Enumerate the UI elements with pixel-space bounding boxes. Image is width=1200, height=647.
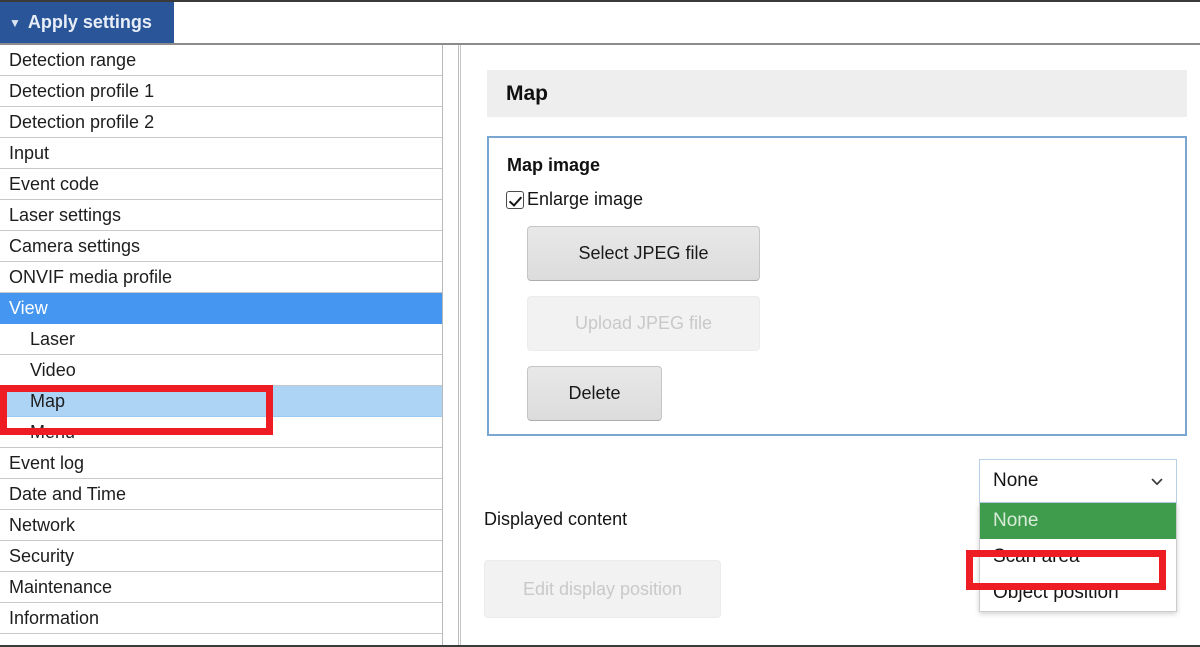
sidebar-item-view[interactable]: View — [0, 293, 442, 324]
apply-settings-button[interactable]: ▼ Apply settings — [0, 2, 174, 43]
sidebar-item-label: Laser — [30, 329, 76, 349]
displayed-content-select: None None Scan area Object position — [979, 459, 1177, 612]
sidebar-item-label: Menu — [30, 422, 76, 442]
enlarge-image-checkbox-row[interactable]: Enlarge image — [506, 189, 643, 210]
apply-settings-label: Apply settings — [27, 12, 152, 32]
sidebar-item-laser[interactable]: Laser — [0, 324, 442, 355]
sidebar-item-label: View — [9, 298, 48, 318]
displayed-content-options-list: None Scan area Object position — [979, 503, 1177, 612]
displayed-content-select-trigger[interactable]: None — [979, 459, 1177, 503]
sidebar-item-label: Input — [9, 143, 50, 163]
sidebar-item-label: Video — [30, 360, 76, 380]
option-object-position[interactable]: Object position — [980, 575, 1176, 611]
sidebar-item-label: Security — [9, 546, 75, 566]
sidebar-item-label: Detection profile 2 — [9, 112, 155, 132]
select-jpeg-file-button[interactable]: Select JPEG file — [527, 226, 760, 281]
sidebar-item-camera-settings[interactable]: Camera settings — [0, 231, 442, 262]
triangle-down-icon: ▼ — [9, 15, 21, 30]
sidebar-item-date-and-time[interactable]: Date and Time — [0, 479, 442, 510]
sidebar-item-label: Map — [30, 391, 66, 411]
displayed-content-selected-value: None — [993, 470, 1039, 491]
sidebar-item-label: Event code — [9, 174, 100, 194]
sidebar-item-detection-profile-2[interactable]: Detection profile 2 — [0, 107, 442, 138]
sidebar-item-network[interactable]: Network — [0, 510, 442, 541]
sidebar-item-label: Maintenance — [9, 577, 113, 597]
sidebar-item-onvif-media-profile[interactable]: ONVIF media profile — [0, 262, 442, 293]
map-image-legend: Map image — [507, 155, 601, 175]
map-image-group: Map image Enlarge image Select JPEG file… — [487, 136, 1187, 436]
displayed-content-label: Displayed content — [484, 509, 628, 529]
sidebar-item-label: Laser settings — [9, 205, 122, 225]
sidebar-item-menu[interactable]: Menu — [0, 417, 442, 448]
sidebar-item-information[interactable]: Information — [0, 603, 442, 634]
page-title: Map — [487, 70, 1187, 117]
sidebar-content-divider — [444, 45, 459, 645]
content-panel: Map Map image Enlarge image Select JPEG … — [460, 45, 1200, 645]
sidebar-item-maintenance[interactable]: Maintenance — [0, 572, 442, 603]
sidebar-navigation: Detection range Detection profile 1 Detect… — [0, 45, 443, 645]
top-bar: ▼ Apply settings — [0, 2, 1200, 45]
application-window: ▼ Apply settings Detection range Detectio… — [0, 0, 1200, 647]
sidebar-item-detection-profile-1[interactable]: Detection profile 1 — [0, 76, 442, 107]
sidebar-item-label: Date and Time — [9, 484, 127, 504]
enlarge-image-label: Enlarge image — [527, 189, 644, 209]
sidebar-item-input[interactable]: Input — [0, 138, 442, 169]
sidebar-item-laser-settings[interactable]: Laser settings — [0, 200, 442, 231]
option-scan-area[interactable]: Scan area — [980, 539, 1176, 575]
sidebar-item-label: Detection range — [9, 50, 137, 70]
delete-button[interactable]: Delete — [527, 366, 662, 421]
checkbox-checked-icon[interactable] — [506, 190, 524, 209]
option-none[interactable]: None — [980, 503, 1176, 539]
sidebar-item-label: Event log — [9, 453, 85, 473]
sidebar-item-event-log[interactable]: Event log — [0, 448, 442, 479]
upload-jpeg-file-button: Upload JPEG file — [527, 296, 760, 351]
sidebar-item-label: Information — [9, 608, 100, 628]
sidebar-item-video[interactable]: Video — [0, 355, 442, 386]
sidebar-item-security[interactable]: Security — [0, 541, 442, 572]
sidebar-item-detection-range[interactable]: Detection range — [0, 45, 442, 76]
sidebar-item-event-code[interactable]: Event code — [0, 169, 442, 200]
sidebar-item-label: Camera settings — [9, 236, 141, 256]
sidebar-item-map[interactable]: Map — [0, 386, 442, 417]
sidebar-item-label: Detection profile 1 — [9, 81, 155, 101]
sidebar-item-label: Network — [9, 515, 76, 535]
edit-display-position-button: Edit display position — [484, 560, 721, 618]
sidebar-item-label: ONVIF media profile — [9, 267, 173, 287]
chevron-down-icon[interactable] — [1151, 476, 1163, 487]
